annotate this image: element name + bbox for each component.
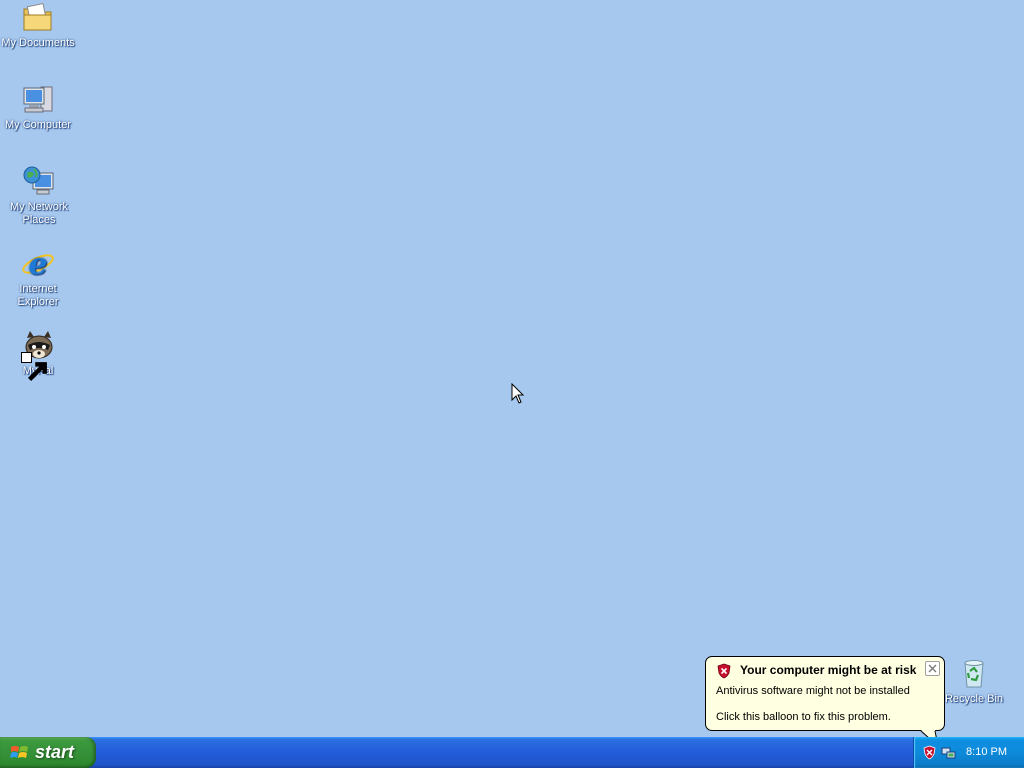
balloon-message: Antivirus software might not be installe… bbox=[716, 685, 910, 697]
network-connection-icon[interactable] bbox=[941, 745, 956, 760]
close-icon bbox=[928, 664, 937, 673]
desktop-icon-mypal[interactable]: MyPal bbox=[0, 329, 76, 382]
desktop-icon-my-computer[interactable]: My Computer bbox=[0, 83, 76, 132]
desktop-icon-label: Recycle Bin bbox=[944, 693, 1004, 705]
network-places-icon bbox=[22, 165, 56, 199]
desktop-icon-label: My Documents bbox=[1, 37, 75, 49]
desktop-icon-my-network-places[interactable]: My Network Places bbox=[0, 165, 78, 227]
desktop-icon-label: My Network Places bbox=[9, 201, 69, 226]
desktop-icon-my-documents[interactable]: My Documents bbox=[0, 1, 76, 50]
security-alert-balloon[interactable]: Your computer might be at risk Antivirus… bbox=[705, 656, 945, 748]
security-warning-shield-icon bbox=[716, 663, 732, 679]
taskbar: start 8:10 PM bbox=[0, 737, 1024, 768]
desktop-icon-internet-explorer[interactable]: e Internet Explorer bbox=[0, 247, 76, 309]
start-button[interactable]: start bbox=[0, 737, 96, 768]
mypal-raccoon-icon bbox=[21, 329, 55, 382]
taskbar-clock[interactable]: 8:10 PM bbox=[966, 746, 1007, 758]
desktop: My Documents My Computer My Network Plac… bbox=[0, 0, 1024, 737]
folder-documents-icon bbox=[21, 1, 55, 35]
system-tray: 8:10 PM bbox=[913, 737, 1024, 768]
shortcut-arrow-icon bbox=[21, 352, 47, 382]
windows-flag-icon bbox=[10, 743, 30, 763]
computer-icon bbox=[21, 83, 55, 117]
balloon-close-button[interactable] bbox=[925, 661, 940, 676]
svg-text:e: e bbox=[28, 247, 47, 281]
start-label: start bbox=[35, 742, 75, 762]
security-shield-icon[interactable] bbox=[922, 745, 937, 760]
internet-explorer-icon: e bbox=[21, 247, 55, 281]
recycle-bin-icon bbox=[957, 657, 991, 691]
mouse-cursor-icon bbox=[511, 383, 525, 405]
desktop-icon-label: Internet Explorer bbox=[17, 283, 59, 308]
desktop-icon-recycle-bin[interactable]: Recycle Bin bbox=[936, 657, 1012, 706]
balloon-title: Your computer might be at risk bbox=[740, 663, 917, 677]
balloon-action-text: Click this balloon to fix this problem. bbox=[716, 711, 891, 723]
desktop-icon-label: My Computer bbox=[4, 119, 72, 131]
